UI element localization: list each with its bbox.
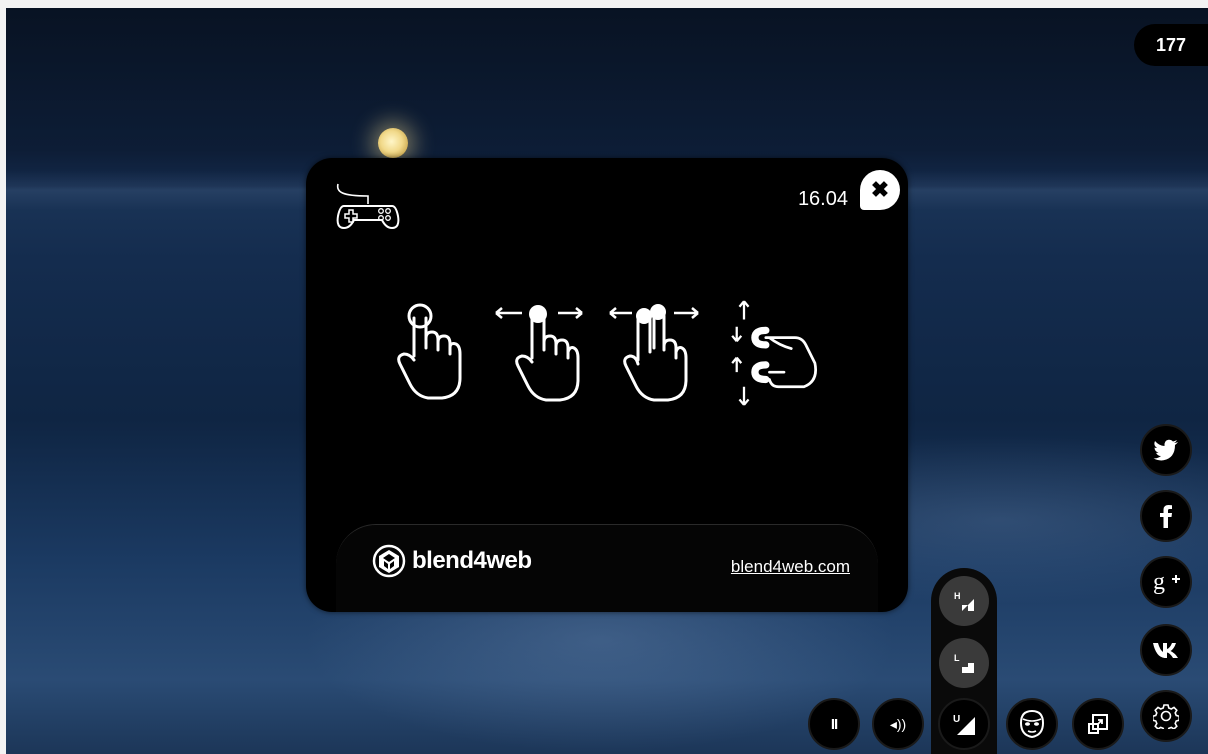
twitter-button[interactable] <box>1140 424 1192 476</box>
quality-high-button[interactable]: H <box>939 576 989 626</box>
google-plus-button[interactable]: g <box>1140 556 1192 608</box>
two-finger-swipe-gesture-icon <box>609 304 699 402</box>
twitter-icon <box>1153 439 1178 461</box>
facebook-icon <box>1160 505 1172 528</box>
left-border <box>0 0 6 754</box>
close-button[interactable]: ✖ <box>860 170 900 210</box>
svg-text:H: H <box>954 591 961 601</box>
quality-high-icon: H <box>954 591 974 611</box>
version-label: 16.04 <box>797 188 848 210</box>
sound-button[interactable]: ◂)) <box>872 698 924 750</box>
single-tap-gesture-icon <box>397 303 462 400</box>
facebook-button[interactable] <box>1140 490 1192 542</box>
close-icon: ✖ <box>870 177 890 202</box>
svg-text:L: L <box>954 653 960 663</box>
stereo-mode-button[interactable] <box>1006 698 1058 750</box>
one-finger-swipe-gesture-icon <box>495 305 583 402</box>
fps-counter: 177 <box>1134 24 1208 66</box>
help-dialog: 16.04 ✖ blend4web blend4web.com <box>306 158 908 612</box>
moon <box>378 128 408 158</box>
vk-icon <box>1153 643 1178 658</box>
blend4web-logo-icon <box>372 544 406 578</box>
google-plus-icon: g <box>1153 569 1180 595</box>
settings-icon <box>1153 704 1179 729</box>
brand-name: blend4web <box>412 547 532 574</box>
settings-button[interactable] <box>1140 690 1192 742</box>
pinch-zoom-gesture-icon <box>731 300 817 406</box>
top-border <box>0 0 1208 8</box>
quality-ultra-icon: U <box>953 714 975 735</box>
blend4web-logo[interactable]: blend4web <box>372 544 532 578</box>
pause-icon: II <box>830 715 838 733</box>
fullscreen-icon <box>1088 714 1108 734</box>
quality-low-button[interactable]: L <box>939 638 989 688</box>
gamepad-icon[interactable] <box>332 182 406 232</box>
website-link[interactable]: blend4web.com <box>731 557 850 577</box>
quality-low-icon: L <box>954 653 974 673</box>
svg-text:U: U <box>953 714 960 725</box>
quality-toggle-button[interactable]: U <box>938 698 990 750</box>
sound-icon: ◂)) <box>889 715 907 732</box>
face-mask-icon <box>1019 709 1045 739</box>
pause-button[interactable]: II <box>808 698 860 750</box>
fullscreen-button[interactable] <box>1072 698 1124 750</box>
vk-button[interactable] <box>1140 624 1192 676</box>
svg-text:g: g <box>1153 569 1165 595</box>
